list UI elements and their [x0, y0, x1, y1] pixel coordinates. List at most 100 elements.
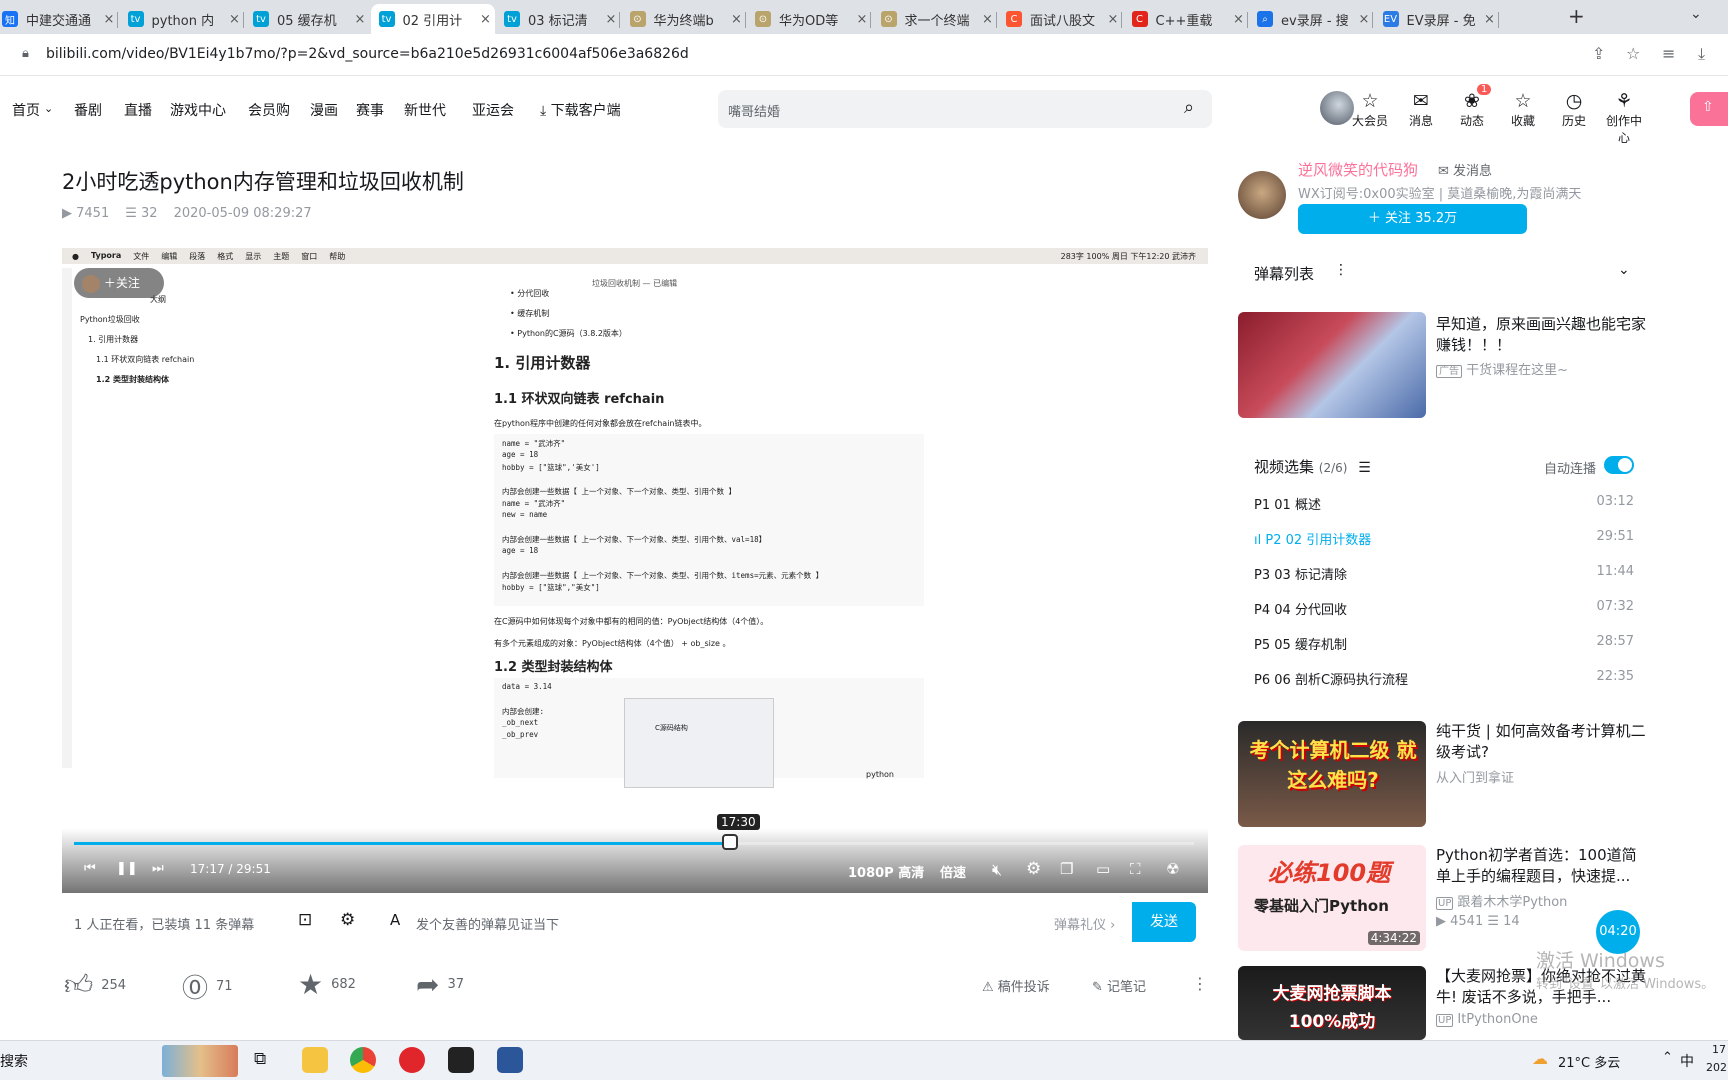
- autoplay-toggle[interactable]: [1604, 456, 1634, 474]
- follow-button[interactable]: ＋ 关注 35.2万: [1298, 204, 1527, 234]
- lock-icon[interactable]: 🔒︎: [22, 46, 29, 61]
- send-message-link[interactable]: ✉ 发消息: [1438, 160, 1492, 179]
- clock-time[interactable]: 17: [1712, 1043, 1726, 1056]
- browser-tab[interactable]: ⊙ 华为OD等 ×: [747, 4, 871, 34]
- rec-author[interactable]: UP 跟着木木学Python: [1436, 891, 1567, 910]
- coin-button[interactable]: ⓪ 71: [182, 968, 233, 1005]
- tab-close-icon[interactable]: ×: [100, 12, 118, 27]
- widescreen-icon[interactable]: ▭: [1096, 860, 1110, 878]
- nav-item[interactable]: 游戏中心: [170, 100, 226, 120]
- search-box[interactable]: 嘴哥结婚 ⌕: [718, 90, 1212, 128]
- rec-thumbnail[interactable]: 必练100题 零基础入门Python 4:34:22: [1238, 845, 1426, 951]
- header-dynamic-link[interactable]: ❀ 动态 1: [1450, 84, 1494, 129]
- settings-gear-icon[interactable]: ⚙︎: [1026, 859, 1041, 879]
- favorite-button[interactable]: ★ 682: [298, 968, 356, 1001]
- next-icon[interactable]: ⏭︎: [152, 861, 164, 876]
- tab-close-icon[interactable]: ×: [1230, 12, 1248, 27]
- nav-item[interactable]: 首页: [12, 100, 40, 120]
- uploader-avatar[interactable]: [1238, 171, 1286, 219]
- header-star-link[interactable]: ☆ 收藏: [1501, 90, 1545, 129]
- chevron-down-icon[interactable]: ⌄: [1618, 262, 1630, 278]
- bookmark-star-icon[interactable]: ☆: [1626, 44, 1640, 63]
- danmaku-toggle-icon[interactable]: ☢︎: [1166, 860, 1179, 878]
- weather-text[interactable]: 21°C 多云: [1558, 1052, 1620, 1071]
- reading-list-icon[interactable]: ≡: [1662, 44, 1675, 63]
- browser-tab[interactable]: C C++重载 ×: [1124, 4, 1248, 34]
- ad-title[interactable]: 早知道，原来画画兴趣也能宅家赚钱！！！: [1436, 314, 1648, 356]
- danmaku-input[interactable]: 发个友善的弹幕见证当下: [416, 914, 559, 933]
- search-icon[interactable]: ⌕: [1184, 97, 1194, 118]
- rec-thumbnail[interactable]: 考个计算机二级 就这么难吗?: [1238, 721, 1426, 827]
- tab-close-icon[interactable]: ×: [979, 12, 997, 27]
- tab-close-icon[interactable]: ×: [477, 12, 495, 27]
- nav-item[interactable]: 新世代: [404, 100, 446, 120]
- rec-author[interactable]: UP ItPythonOne: [1436, 1012, 1538, 1027]
- fullscreen-icon[interactable]: ⛶: [1130, 860, 1141, 878]
- send-danmaku-button[interactable]: 发送: [1132, 902, 1196, 942]
- header-message-link[interactable]: ✉ 消息: [1399, 90, 1443, 129]
- rec-title[interactable]: Python初学者首选：100道简单上手的编程题目，快速提...: [1436, 845, 1648, 887]
- browser-tab[interactable]: tv python 内 ×: [120, 4, 244, 34]
- tab-close-icon[interactable]: ×: [728, 12, 746, 27]
- browser-tab[interactable]: ⌕ ev录屏 - 搜 ×: [1249, 4, 1373, 34]
- browser-tab[interactable]: ⊙ 求一个终端 ×: [873, 4, 997, 34]
- tab-close-icon[interactable]: ×: [853, 12, 871, 27]
- volume-muted-icon[interactable]: 🔇︎: [992, 860, 1002, 880]
- playlist-episode[interactable]: P3 03 标记清除 11:44: [1254, 564, 1634, 583]
- header-bulb-link[interactable]: ⚘ 创作中心: [1602, 90, 1646, 146]
- progress-thumb-icon[interactable]: [722, 834, 738, 850]
- rec-title[interactable]: 纯干货 | 如何高效备考计算机二级考试?: [1436, 721, 1648, 763]
- note-button[interactable]: ✎ 记笔记: [1092, 976, 1146, 995]
- url-field[interactable]: bilibili.com/video/BV1Ei4y1b7mo/?p=2&vd_…: [46, 46, 689, 62]
- download-icon[interactable]: ⤓: [1698, 44, 1705, 64]
- tab-close-icon[interactable]: ×: [1481, 12, 1499, 27]
- report-button[interactable]: ⚠︎ 稿件投诉: [982, 976, 1050, 995]
- nav-item[interactable]: 赛事: [356, 100, 384, 120]
- danmaku-etiquette-link[interactable]: 弹幕礼仪 ›: [1054, 914, 1115, 933]
- clock-date[interactable]: 202: [1706, 1061, 1727, 1074]
- list-icon[interactable]: ☰: [1358, 460, 1371, 476]
- speed-button[interactable]: 倍速: [940, 862, 966, 881]
- danmaku-list-header[interactable]: 弹幕列表: [1254, 263, 1314, 284]
- nav-item[interactable]: 会员购: [248, 100, 290, 120]
- browser-tab[interactable]: tv 03 标记清 ×: [496, 4, 620, 34]
- rec-thumbnail[interactable]: 大麦网抢票脚本 100%成功: [1238, 966, 1426, 1040]
- header-vip-link[interactable]: ☆ 大会员: [1348, 90, 1392, 129]
- more-icon[interactable]: ⋮: [1192, 974, 1208, 993]
- window-minimize-icon[interactable]: ⌄: [1690, 6, 1702, 22]
- chevron-down-icon[interactable]: ⌄: [44, 102, 53, 115]
- netease-music-icon[interactable]: [399, 1047, 425, 1073]
- browser-tab[interactable]: EV EV录屏 - 免 ×: [1375, 4, 1499, 34]
- pip-icon[interactable]: ❐: [1060, 860, 1073, 878]
- browser-tab[interactable]: tv 02 引用计 ×: [370, 4, 495, 34]
- pause-icon[interactable]: ❚❚: [116, 861, 138, 876]
- playlist-episode[interactable]: P4 04 分代回收 07:32: [1254, 599, 1634, 618]
- rec-author[interactable]: 从入门到拿证: [1436, 767, 1514, 786]
- chrome-icon[interactable]: [350, 1047, 376, 1073]
- browser-tab[interactable]: ⊙ 华为终端b ×: [622, 4, 746, 34]
- danmaku-toggle-icon[interactable]: ⊡: [298, 910, 312, 930]
- danmaku-settings-icon[interactable]: ⚙︎: [340, 910, 355, 930]
- browser-tab[interactable]: tv 05 缓存机 ×: [245, 4, 369, 34]
- task-view-icon[interactable]: ⧉: [254, 1049, 266, 1069]
- nav-item[interactable]: 亚运会: [472, 100, 514, 120]
- download-client-link[interactable]: ⤓ 下载客户端: [540, 100, 621, 120]
- danmaku-list-more-icon[interactable]: ⋮: [1334, 262, 1348, 278]
- ime-indicator[interactable]: 中: [1680, 1051, 1694, 1071]
- search-input[interactable]: 嘴哥结婚: [728, 101, 780, 120]
- app-icon[interactable]: [448, 1047, 474, 1073]
- uploader-name[interactable]: 逆风微笑的代码狗: [1298, 159, 1418, 180]
- taskbar-search[interactable]: 搜索: [0, 1051, 28, 1071]
- share-icon[interactable]: ⇪: [1592, 44, 1605, 63]
- nav-item[interactable]: 番剧: [74, 100, 102, 120]
- playlist-episode[interactable]: ıl P2 02 引用计数器 29:51: [1254, 529, 1634, 548]
- tab-close-icon[interactable]: ×: [1104, 12, 1122, 27]
- progress-track[interactable]: [74, 842, 1194, 845]
- word-icon[interactable]: [497, 1047, 523, 1073]
- tab-close-icon[interactable]: ×: [226, 12, 244, 27]
- tab-close-icon[interactable]: ×: [602, 12, 620, 27]
- file-explorer-icon[interactable]: [302, 1047, 328, 1073]
- playlist-episode[interactable]: P1 01 概述 03:12: [1254, 494, 1634, 513]
- ad-thumbnail[interactable]: [1238, 312, 1426, 418]
- header-history-link[interactable]: ◷ 历史: [1552, 90, 1596, 129]
